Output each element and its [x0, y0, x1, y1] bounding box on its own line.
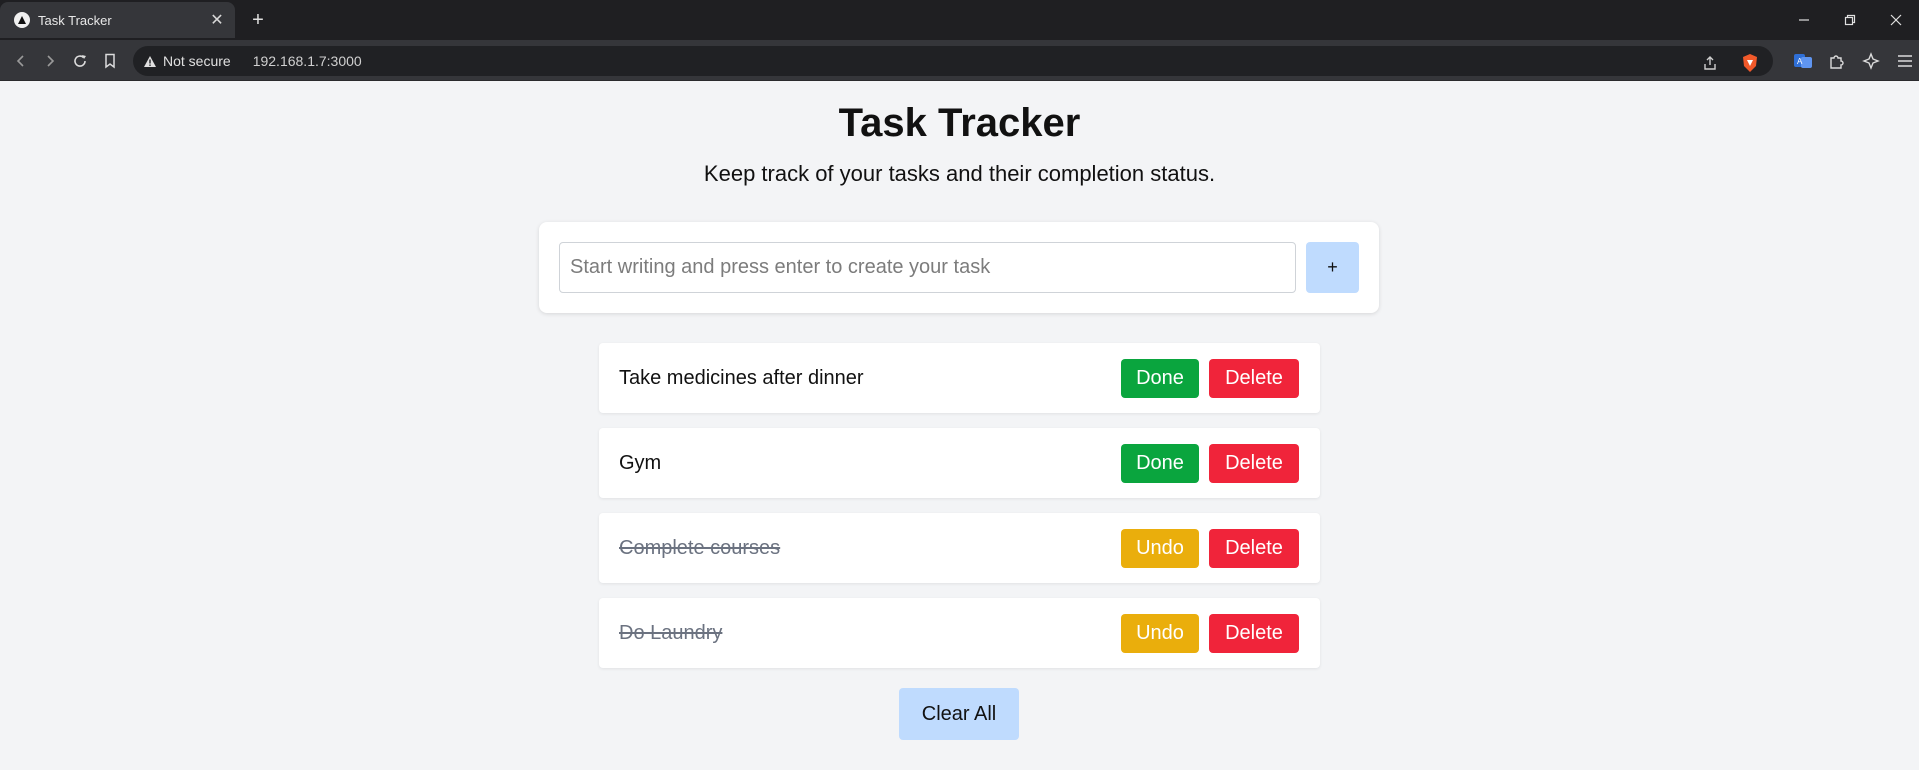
close-window-icon[interactable]: [1873, 0, 1919, 40]
address-bar[interactable]: Not secure 192.168.1.7:3000: [133, 46, 1773, 76]
delete-button[interactable]: Delete: [1209, 614, 1299, 653]
task-list: Take medicines after dinner Done Delete Gym…: [599, 343, 1320, 683]
share-icon[interactable]: [1697, 50, 1723, 76]
leo-ai-icon[interactable]: [1858, 48, 1884, 74]
task-text[interactable]: Take medicines after dinner: [619, 343, 864, 413]
extensions-area: A: [1790, 48, 1918, 74]
back-icon[interactable]: [8, 48, 34, 74]
add-task-button[interactable]: +: [1306, 242, 1359, 293]
task-text[interactable]: Do Laundry: [619, 598, 722, 668]
new-tab-button[interactable]: +: [244, 6, 272, 34]
url-text[interactable]: 192.168.1.7:3000: [253, 53, 362, 69]
reload-icon[interactable]: [67, 48, 93, 74]
task-text[interactable]: Complete courses: [619, 513, 780, 583]
puzzle-extensions-icon[interactable]: [1824, 48, 1850, 74]
svg-text:A: A: [1797, 57, 1803, 66]
menu-icon[interactable]: [1892, 48, 1918, 74]
browser-tab[interactable]: Task Tracker ✕: [0, 2, 235, 38]
task-item: Gym Done Delete: [599, 428, 1320, 498]
forward-icon[interactable]: [37, 48, 63, 74]
close-tab-icon[interactable]: ✕: [205, 8, 229, 32]
bookmark-icon[interactable]: [97, 48, 123, 74]
add-task-card: +: [539, 222, 1379, 313]
browser-toolbar: Not secure 192.168.1.7:3000 A: [0, 40, 1919, 81]
page-subtitle: Keep track of your tasks and their compl…: [703, 161, 1216, 186]
task-item: Complete courses Undo Delete: [599, 513, 1320, 583]
minimize-icon[interactable]: [1781, 0, 1827, 40]
task-input[interactable]: [559, 242, 1296, 293]
warning-icon: [144, 55, 156, 67]
window-controls: [1781, 0, 1919, 40]
undo-button[interactable]: Undo: [1121, 614, 1199, 653]
page-content: Task Tracker Keep track of your tasks an…: [0, 81, 1919, 770]
delete-button[interactable]: Delete: [1209, 359, 1299, 398]
clear-all-button[interactable]: Clear All: [899, 688, 1019, 740]
done-button[interactable]: Done: [1121, 444, 1199, 483]
page-title: Task Tracker: [838, 101, 1081, 145]
tab-title: Task Tracker: [38, 12, 112, 28]
task-item: Do Laundry Undo Delete: [599, 598, 1320, 668]
brave-shield-icon[interactable]: [1737, 50, 1763, 76]
task-item: Take medicines after dinner Done Delete: [599, 343, 1320, 413]
security-indicator[interactable]: Not secure: [143, 53, 231, 69]
nextjs-triangle-icon: [14, 12, 30, 28]
translate-icon[interactable]: A: [1790, 48, 1816, 74]
delete-button[interactable]: Delete: [1209, 444, 1299, 483]
security-label: Not secure: [163, 53, 231, 69]
undo-button[interactable]: Undo: [1121, 529, 1199, 568]
restore-icon[interactable]: [1827, 0, 1873, 40]
done-button[interactable]: Done: [1121, 359, 1199, 398]
task-text[interactable]: Gym: [619, 428, 661, 498]
browser-titlebar: Task Tracker ✕ +: [0, 0, 1919, 40]
delete-button[interactable]: Delete: [1209, 529, 1299, 568]
